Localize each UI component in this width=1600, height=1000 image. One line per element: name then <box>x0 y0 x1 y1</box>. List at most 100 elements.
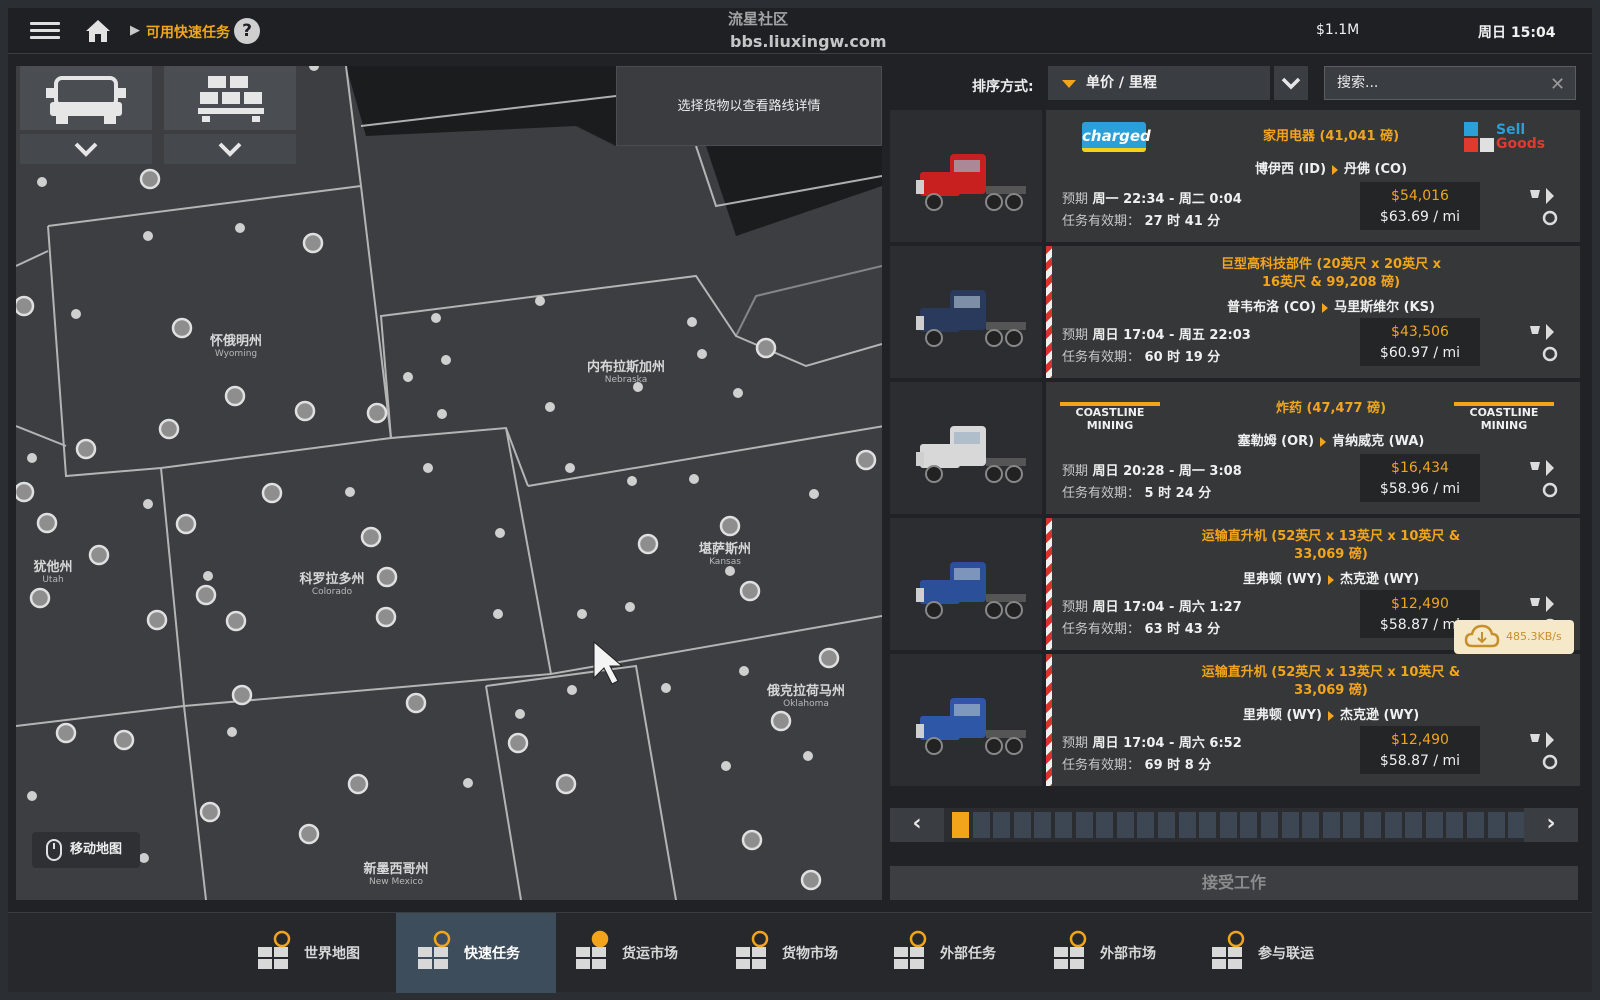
cargo-filter-button[interactable] <box>164 66 296 130</box>
cycle-icon <box>1542 210 1558 226</box>
next-page-button[interactable]: › <box>1524 808 1578 842</box>
page-dot[interactable] <box>952 812 969 838</box>
validity-value: 5 时 24 分 <box>1144 486 1212 501</box>
route-destination: 杰克逊 (WY) <box>1340 708 1420 723</box>
job-card[interactable]: 运输直升机 (52英尺 x 13英尺 x 10英尺 & 33,069 磅) 里弗… <box>890 654 1580 786</box>
truck-filter-dropdown[interactable] <box>20 134 152 164</box>
page-dot[interactable] <box>1302 812 1320 838</box>
route-destination: 马里斯维尔 (KS) <box>1334 300 1435 315</box>
sort-dropdown-button[interactable] <box>1274 66 1308 100</box>
truck-icon <box>46 76 126 124</box>
page-dot[interactable] <box>1322 812 1340 838</box>
route-destination: 肯纳威克 (WA) <box>1332 434 1425 449</box>
clear-search-icon[interactable]: ✕ <box>1550 74 1565 95</box>
nav-freight-market[interactable]: 货运市场 <box>554 913 714 993</box>
top-bar: ▶ 可用快速任务 ? 流星社区 bbs.liuxingw.com $1.1M 周… <box>8 8 1592 54</box>
page-dot[interactable] <box>1116 812 1134 838</box>
page-dot[interactable] <box>1487 812 1505 838</box>
page-dot[interactable] <box>1219 812 1237 838</box>
page-dot[interactable] <box>1096 812 1114 838</box>
job-card[interactable]: 巨型高科技部件 (20英尺 x 20英尺 x 16英尺 & 99,208 磅) … <box>890 246 1580 378</box>
external-jobs-icon <box>894 930 927 969</box>
truck-filter-button[interactable] <box>20 66 152 130</box>
route: 里弗顿 (WY) 杰克逊 (WY) <box>1146 568 1516 587</box>
sort-label: 排序方式: <box>972 79 1034 95</box>
world-map[interactable]: 选择货物以查看路线详情 怀俄明州 Wyoming 内布拉斯加州 Nebraska 犹… <box>16 66 882 900</box>
home-icon[interactable] <box>84 18 112 44</box>
cycle-icon <box>1542 346 1558 362</box>
page-dot[interactable] <box>1281 812 1299 838</box>
page-dot[interactable] <box>1178 812 1196 838</box>
page-dot[interactable] <box>1425 812 1443 838</box>
eta: 预期 周日 20:28 - 周一 3:08 <box>1062 460 1242 479</box>
chevron-down-icon <box>1281 77 1301 90</box>
cargo-filter-dropdown[interactable] <box>164 134 296 164</box>
previous-page-button[interactable]: ‹ <box>890 808 944 842</box>
urgent-stripe <box>1046 654 1052 786</box>
eta-label: 预期 <box>1062 192 1089 207</box>
cargo-market-icon <box>736 930 769 969</box>
page-dot[interactable] <box>972 812 990 838</box>
page-dot[interactable] <box>1384 812 1402 838</box>
cargo-name: 运输直升机 (52英尺 x 13英尺 x 10英尺 & 33,069 磅) <box>1166 528 1496 564</box>
map-canvas[interactable] <box>16 66 882 900</box>
page-dot[interactable] <box>1508 812 1526 838</box>
truck-thumbnail <box>890 110 1042 242</box>
download-speed-tooltip: 485.3KB/s <box>1454 620 1574 654</box>
nav-cargo-market[interactable]: 货物市场 <box>714 913 874 993</box>
play-icon <box>1546 324 1554 340</box>
state-label-wyoming: 怀俄明州 Wyoming <box>209 334 262 359</box>
help-icon[interactable]: ? <box>234 18 260 44</box>
nav-label: 快速任务 <box>464 946 520 962</box>
search-input[interactable] <box>1324 66 1576 100</box>
page-dot[interactable] <box>1199 812 1217 838</box>
nav-external-jobs[interactable]: 外部任务 <box>872 913 1032 993</box>
sort-select[interactable]: 单价 / 里程 <box>1048 66 1270 100</box>
page-dot[interactable] <box>1075 812 1093 838</box>
job-details: 运输直升机 (52英尺 x 13英尺 x 10英尺 & 33,069 磅) 里弗… <box>1046 654 1580 786</box>
route-destination: 丹佛 (CO) <box>1344 162 1408 177</box>
page-dot[interactable] <box>1405 812 1423 838</box>
page-dot[interactable] <box>1364 812 1381 838</box>
nav-quick-job[interactable]: 快速任务 <box>396 913 556 993</box>
menu-icon[interactable] <box>30 18 60 44</box>
job-details: charged Sell Goods 家用电器 (41,041 磅) 博伊西 (… <box>1046 110 1580 242</box>
page-dot[interactable] <box>1261 812 1278 838</box>
page-dot[interactable] <box>1158 812 1175 838</box>
page-dot[interactable] <box>1240 812 1258 838</box>
move-map-hint: 移动地图 <box>32 832 140 868</box>
page-dot[interactable] <box>1013 812 1031 838</box>
page-dot[interactable] <box>1137 812 1155 838</box>
job-card[interactable]: COASTLINE MINING COASTLINE MINING 炸药 (47,… <box>890 382 1580 514</box>
page-dot[interactable] <box>993 812 1011 838</box>
validity-label: 任务有效期： <box>1062 758 1141 773</box>
page-dot[interactable] <box>1343 812 1361 838</box>
route: 普韦布洛 (CO) 马里斯维尔 (KS) <box>1146 296 1516 315</box>
state-label-colorado: 科罗拉多州 Colorado <box>299 572 365 597</box>
page-dot[interactable] <box>1446 812 1464 838</box>
job-card[interactable]: charged Sell Goods 家用电器 (41,041 磅) 博伊西 (… <box>890 110 1580 242</box>
job-price: $43,506 $60.97 / mi <box>1360 318 1480 366</box>
page-dot[interactable] <box>1034 812 1052 838</box>
route-arrow-icon <box>1332 164 1339 175</box>
urgent-stripe <box>1046 246 1052 378</box>
accept-job-button[interactable]: 接受工作 <box>890 866 1578 900</box>
truck-icon <box>916 154 1026 211</box>
nav-external-market[interactable]: 外部市场 <box>1032 913 1192 993</box>
nav-convoy[interactable]: 参与联运 <box>1190 913 1350 993</box>
truck-thumbnail <box>890 382 1042 514</box>
nav-world-map[interactable]: 世界地图 <box>236 913 396 993</box>
truck-icon <box>916 698 1026 755</box>
money-balance: $1.1M <box>1316 22 1360 38</box>
world-map-icon <box>258 930 291 969</box>
route-origin: 里弗顿 (WY) <box>1242 572 1322 587</box>
external-market-icon <box>1054 930 1087 969</box>
route: 博伊西 (ID) 丹佛 (CO) <box>1146 158 1516 177</box>
cargo-name: 家用电器 (41,041 磅) <box>1166 128 1496 146</box>
page-dot[interactable] <box>1467 812 1484 838</box>
cargo-icon <box>198 76 264 122</box>
job-attribute-icons <box>1530 732 1558 770</box>
route-origin: 普韦布洛 (CO) <box>1227 300 1317 315</box>
page-dot[interactable] <box>1055 812 1072 838</box>
breadcrumb[interactable]: 可用快速任务 <box>146 22 230 42</box>
